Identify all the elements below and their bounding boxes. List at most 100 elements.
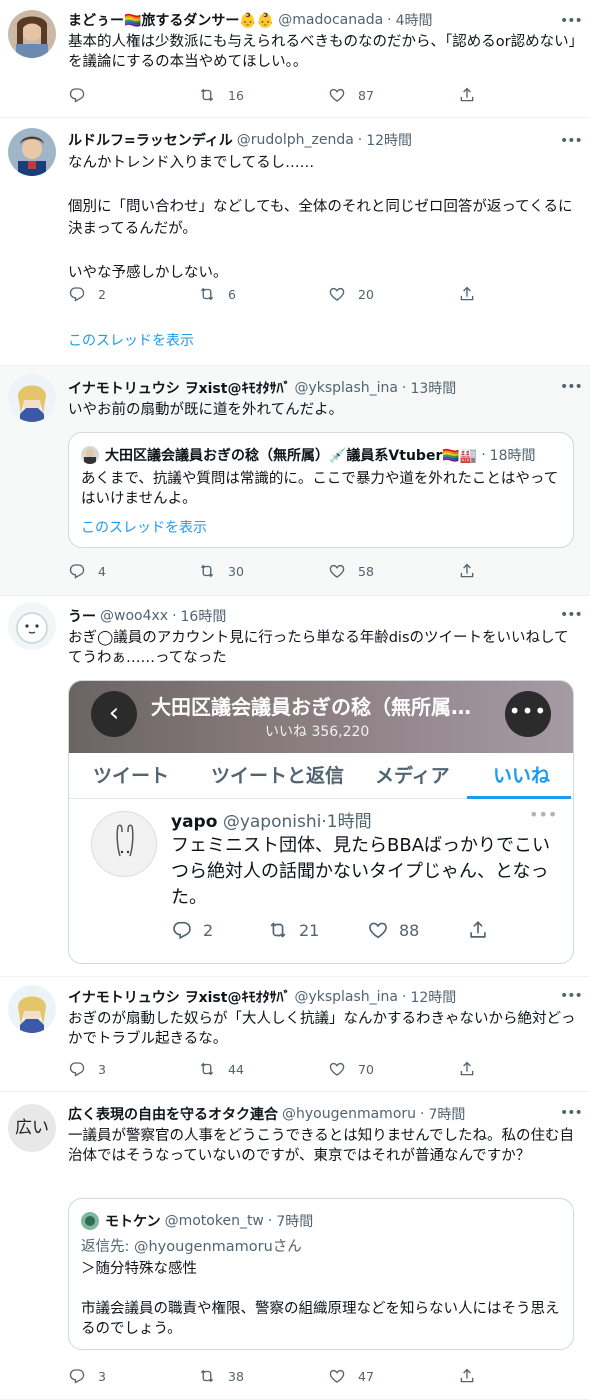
- share-icon: [458, 1367, 476, 1385]
- separator-dot: ·: [402, 380, 407, 396]
- reply-icon: [68, 562, 86, 580]
- more-icon[interactable]: •••: [560, 12, 583, 30]
- quoted-avatar: [81, 446, 99, 464]
- tab-likes: いいね: [493, 765, 551, 787]
- avatar[interactable]: [8, 10, 56, 58]
- tweet-2[interactable]: ルドルフ=ラッセンディル @rudolph_zenda · 12時間 なんかトレンド入…: [0, 118, 590, 366]
- liked-timestamp: 1時間: [326, 812, 372, 832]
- share-button[interactable]: [458, 86, 498, 104]
- tweet-1[interactable]: まどぅー🏳️‍🌈旅するダンサー👶👶 @madocanada · 4時間 基本的人権は少…: [0, 0, 590, 118]
- author-name[interactable]: ルドルフ=ラッセンディル: [68, 130, 233, 150]
- timestamp[interactable]: 12時間: [366, 130, 412, 150]
- tweet-text: おぎのが扇動した奴らが「大人しく抗議」なんかするわきゃないから絶対どっかでトラブ…: [68, 1011, 576, 1047]
- reply-button[interactable]: 3: [68, 1060, 198, 1078]
- reply-count: 2: [203, 920, 214, 940]
- like-button[interactable]: 87: [328, 86, 458, 104]
- reply-count: 4: [98, 563, 106, 579]
- reply-icon: [68, 1367, 86, 1385]
- liked-author-handle: @yaponishi: [222, 812, 322, 832]
- avatar[interactable]: [8, 374, 56, 422]
- quoted-timestamp: 18時間: [489, 448, 536, 464]
- separator-dot: ·: [402, 989, 407, 1005]
- share-button[interactable]: [458, 562, 498, 580]
- tweet-6[interactable]: 広い 広く表現の自由を守るオタク連合 @hyougenmamoru · 7時間 一議員…: [0, 1092, 590, 1400]
- author-name[interactable]: まどぅー🏳️‍🌈旅するダンサー👶👶: [68, 10, 274, 30]
- like-count: 87: [358, 87, 374, 103]
- retweet-button[interactable]: 30: [198, 562, 328, 580]
- retweet-icon: [267, 919, 289, 941]
- reply-count: 3: [98, 1368, 106, 1384]
- retweet-count: 30: [228, 563, 244, 579]
- author-name[interactable]: うー: [68, 606, 96, 626]
- retweet-button[interactable]: 16: [198, 86, 328, 104]
- retweet-icon: [198, 285, 216, 303]
- timestamp[interactable]: 16時間: [181, 606, 227, 626]
- author-name[interactable]: 広く表現の自由を守るオタク連合: [68, 1104, 278, 1124]
- tab-media: メディア: [375, 765, 450, 787]
- separator-dot: ·: [420, 1106, 425, 1122]
- tweet-actions: 4 30 58: [68, 561, 508, 581]
- quoted-text: ＞随分特殊な感性 市議会議員の職責や権限、警察の組織原理などを知らない人にはそう…: [81, 1261, 560, 1337]
- attached-screenshot[interactable]: ‹ 大田区議会議員おぎの稔（無所属… いいね 356,220 ••• ツイート …: [68, 680, 574, 964]
- author-name[interactable]: イナモトリュウシ ヲxist@ｷﾓｵﾀｻﾊﾞ: [68, 987, 290, 1007]
- share-button[interactable]: [458, 285, 498, 303]
- avatar[interactable]: [8, 985, 56, 1033]
- tweet-text: なんかトレンド入りまでしてるし…… 個別に「問い合わせ」などしても、全体のそれと…: [68, 155, 573, 281]
- quoted-avatar: [81, 1212, 99, 1230]
- quoted-tweet[interactable]: 大田区議会議員おぎの稔（無所属）💉議員系Vtuber🏳️‍🌈🏭 · 18時間 あくま…: [68, 432, 574, 548]
- retweet-button[interactable]: 6: [198, 285, 328, 303]
- tab-tweets: ツイート: [93, 765, 170, 787]
- reply-button[interactable]: 4: [68, 562, 198, 580]
- timestamp[interactable]: 13時間: [410, 378, 456, 398]
- quoted-tweet[interactable]: モトケン @motoken_tw · 7時間 返信先: @hyougenmamoruさ…: [68, 1198, 574, 1350]
- share-button[interactable]: [458, 1060, 498, 1078]
- separator-dot: ·: [387, 12, 392, 28]
- reply-button[interactable]: 3: [68, 1367, 198, 1385]
- tweet-5[interactable]: イナモトリュウシ ヲxist@ｷﾓｵﾀｻﾊﾞ @yksplash_ina · 12時間…: [0, 976, 590, 1092]
- quoted-show-thread-link[interactable]: このスレッドを表示: [81, 517, 207, 537]
- reply-button[interactable]: [68, 86, 198, 104]
- like-count: 58: [358, 563, 374, 579]
- share-icon: [458, 1060, 476, 1078]
- heart-icon: [367, 919, 389, 941]
- author-handle[interactable]: @hyougenmamoru: [282, 1106, 416, 1122]
- author-handle[interactable]: @yksplash_ina: [294, 380, 398, 396]
- reply-button[interactable]: 2: [68, 285, 198, 303]
- like-button[interactable]: 58: [328, 562, 458, 580]
- quoted-author-name: モトケン: [105, 1214, 161, 1230]
- retweet-icon: [198, 562, 216, 580]
- liked-tweet-header: yapo @yaponishi·1時間: [171, 807, 372, 832]
- likes-count: いいね 356,220: [265, 724, 370, 740]
- author-handle[interactable]: @madocanada: [278, 12, 383, 28]
- retweet-count: 21: [299, 920, 320, 940]
- timestamp[interactable]: 12時間: [410, 987, 456, 1007]
- more-icon[interactable]: •••: [560, 378, 583, 396]
- author-name[interactable]: イナモトリュウシ ヲxist@ｷﾓｵﾀｻﾊﾞ: [68, 378, 290, 398]
- avatar[interactable]: [8, 602, 56, 650]
- share-icon: [458, 86, 476, 104]
- timestamp[interactable]: 4時間: [396, 10, 433, 30]
- retweet-button[interactable]: 38: [198, 1367, 328, 1385]
- tweet-actions: 3 44 70: [68, 1059, 508, 1079]
- avatar[interactable]: [8, 128, 56, 176]
- reply-action: 2: [171, 919, 213, 941]
- author-handle[interactable]: @rudolph_zenda: [237, 132, 354, 148]
- more-icon[interactable]: •••: [560, 132, 583, 150]
- tweet-actions: 16 87: [68, 85, 508, 105]
- like-button[interactable]: 70: [328, 1060, 458, 1078]
- author-handle[interactable]: @yksplash_ina: [294, 989, 398, 1005]
- share-icon: [458, 285, 476, 303]
- author-handle[interactable]: @woo4xx: [100, 608, 168, 624]
- tweet-3[interactable]: イナモトリュウシ ヲxist@ｷﾓｵﾀｻﾊﾞ @yksplash_ina · 13時間…: [0, 366, 590, 596]
- timestamp[interactable]: 7時間: [428, 1104, 465, 1124]
- tweet-actions: 2 6 20: [68, 284, 508, 304]
- more-icon[interactable]: •••: [560, 1104, 583, 1122]
- retweet-button[interactable]: 44: [198, 1060, 328, 1078]
- share-button[interactable]: [458, 1367, 498, 1385]
- like-button[interactable]: 20: [328, 285, 458, 303]
- like-button[interactable]: 47: [328, 1367, 458, 1385]
- show-thread-link[interactable]: このスレッドを表示: [68, 330, 194, 350]
- avatar[interactable]: 広い: [8, 1104, 56, 1152]
- more-icon[interactable]: •••: [560, 987, 583, 1005]
- more-icon[interactable]: •••: [560, 606, 583, 624]
